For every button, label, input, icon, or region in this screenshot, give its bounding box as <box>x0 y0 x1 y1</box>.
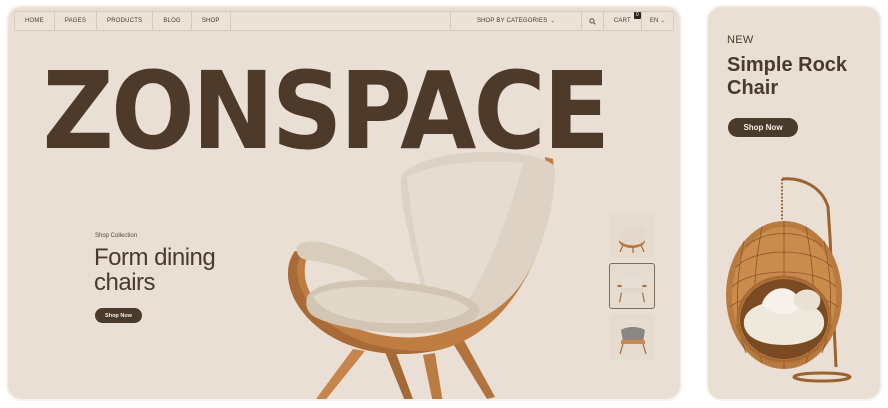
shop-now-button[interactable]: Shop Now <box>95 308 142 323</box>
promo-title: Simple Rock Chair <box>727 54 848 99</box>
product-thumbnail-1[interactable] <box>609 212 655 258</box>
cart-count-badge: 0 <box>633 12 641 19</box>
product-thumbnail-2[interactable] <box>609 263 655 309</box>
promo-shop-now-button[interactable]: Shop Now <box>728 118 798 137</box>
nav-products[interactable]: PRODUCTS <box>97 12 154 30</box>
top-nav: HOME PAGES PRODUCTS BLOG SHOP SHOP BY CA… <box>14 11 674 31</box>
categories-label: SHOP BY CATEGORIES <box>476 18 548 24</box>
product-thumbnail-3[interactable] <box>609 314 655 360</box>
chair-thumbnail-icon <box>617 275 647 303</box>
chevron-down-icon: ⌄ <box>550 18 555 24</box>
search-icon <box>589 17 596 25</box>
nav-home[interactable]: HOME <box>15 12 55 30</box>
nav-pages[interactable]: PAGES <box>55 12 98 30</box>
chair-thumbnail-icon <box>619 226 646 253</box>
nav-actions: SHOP BY CATEGORIES ⌄ CART 0 EN ⌄ <box>449 12 673 30</box>
search-button[interactable] <box>582 12 604 30</box>
hero-card: HOME PAGES PRODUCTS BLOG SHOP SHOP BY CA… <box>6 5 682 401</box>
promo-card: NEW Simple Rock Chair Shop Now <box>706 5 882 401</box>
cart-label: CART <box>613 18 631 24</box>
hanging-egg-chair-image <box>726 177 852 383</box>
chair-thumbnail-icon <box>619 327 647 355</box>
chevron-down-icon: ⌄ <box>660 18 665 24</box>
language-label: EN <box>649 18 659 24</box>
shop-by-categories-dropdown[interactable]: SHOP BY CATEGORIES ⌄ <box>449 12 582 30</box>
cart-button[interactable]: CART 0 <box>604 12 642 30</box>
collection-eyebrow: Shop Collection <box>95 233 138 239</box>
nav-blog[interactable]: BLOG <box>153 12 192 30</box>
hero-title: Form dining chairs <box>94 244 216 296</box>
lounge-chair-image <box>288 151 556 399</box>
language-selector[interactable]: EN ⌄ <box>642 12 673 30</box>
nav-links: HOME PAGES PRODUCTS BLOG SHOP <box>15 12 231 30</box>
nav-shop[interactable]: SHOP <box>192 12 231 30</box>
new-badge: NEW <box>727 34 754 46</box>
